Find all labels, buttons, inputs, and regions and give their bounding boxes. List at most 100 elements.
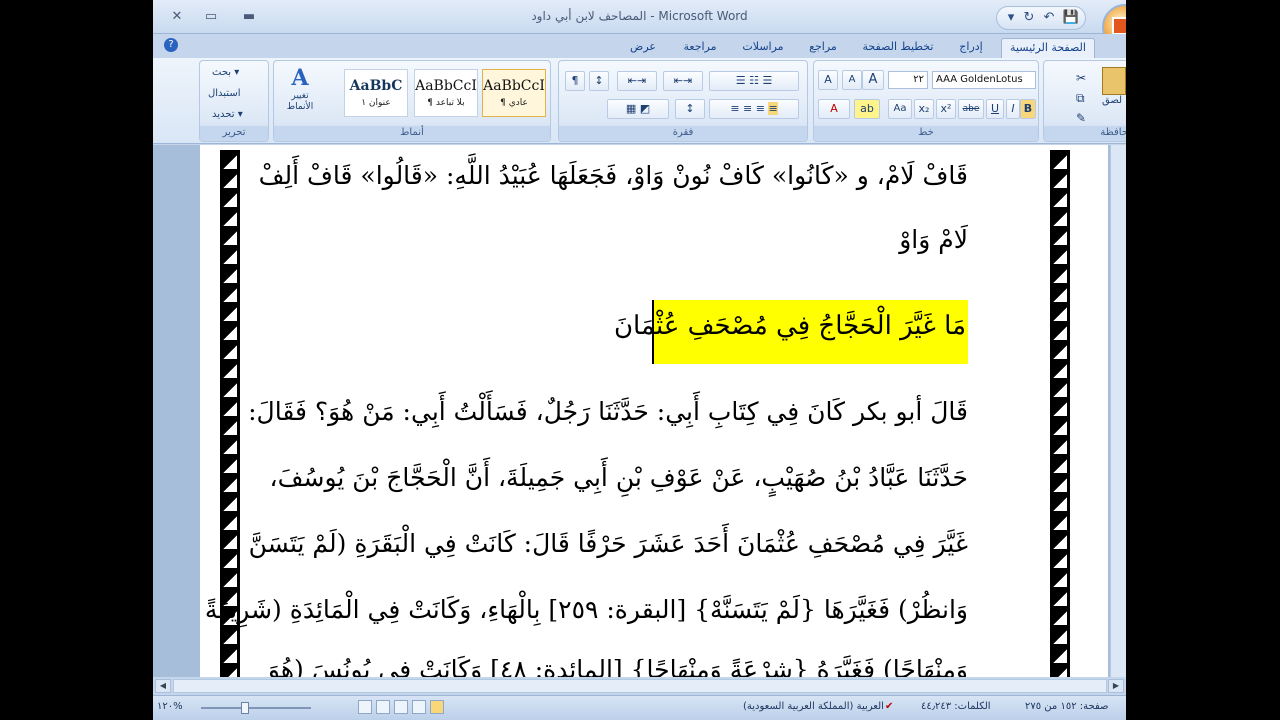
text-direction-button[interactable]: ⇤⇥ [617, 71, 657, 91]
paste-button[interactable]: لصق [1102, 67, 1126, 121]
view-outline-icon[interactable] [376, 700, 390, 714]
scroll-track[interactable] [173, 679, 1107, 693]
superscript-button[interactable]: x² [936, 99, 956, 119]
style-no-spacing-name: ¶ بلا تباعد [427, 98, 465, 108]
bold-button[interactable]: B [1020, 99, 1036, 119]
numbering-icon: ☷ [749, 74, 759, 87]
clear-formatting-button[interactable]: A [818, 70, 838, 90]
paragraph-group-label: فقرة [559, 126, 807, 140]
vertical-scrollbar[interactable] [1110, 145, 1126, 677]
office-logo-icon [1112, 17, 1126, 35]
document-page[interactable]: قَافْ لَامْ، و «كَانُوا» كَافْ نُونْ وَا… [200, 145, 1108, 677]
zoom-slider[interactable] [201, 702, 311, 714]
shrink-font-button[interactable]: A [842, 70, 862, 90]
align-right-icon: ≡ [768, 102, 778, 115]
underline-button[interactable]: U [986, 99, 1004, 119]
view-reading-icon[interactable] [412, 700, 426, 714]
font-group: A A A ٢٢ AAA GoldenLotus A ab Aa x₂ x² a… [813, 60, 1039, 142]
window-title: المصاحف لابن أبي داود - Microsoft Word [531, 9, 748, 23]
style-normal[interactable]: AaBbCcI ¶ عادي [482, 69, 546, 117]
strikethrough-button[interactable]: abe [958, 99, 984, 119]
style-no-spacing-sample: AaBbCcI [415, 78, 477, 94]
document-line: لَامْ وَاوْ [899, 225, 968, 254]
rtl-icon: ⇥ [637, 74, 647, 87]
paragraph-group: ¶ ↕ ⇤⇥ ⇤⇥ ☰ ☷ ☰ ▦ ◩ ↕ ≡ ≡ ≡ ≡ فقرة [558, 60, 808, 142]
paste-label: لصق [1102, 95, 1123, 106]
tab-review[interactable]: مراجعة [678, 38, 722, 58]
word-window: ✕ ▭ ▬ المصاحف لابن أبي داود - Microsoft … [153, 0, 1126, 720]
change-styles-icon: A [291, 65, 309, 91]
font-color-button[interactable]: A [818, 99, 850, 119]
shading-border-buttons[interactable]: ▦ ◩ [607, 99, 669, 119]
list-buttons[interactable]: ☰ ☷ ☰ [709, 71, 799, 91]
justify-icon: ≡ [730, 102, 740, 115]
document-line: قَافْ لَامْ، و «كَانُوا» كَافْ نُونْ وَا… [258, 161, 968, 190]
zoom-level[interactable]: %١٢٠ [157, 701, 183, 712]
sort-button[interactable]: ↕ [589, 71, 609, 91]
tab-home[interactable]: الصفحة الرئيسية [1001, 38, 1095, 58]
editing-group: بحث ▾ استبدال تحديد ▾ تحرير [199, 60, 269, 142]
replace-button[interactable]: استبدال [208, 88, 241, 99]
help-icon[interactable]: ? [164, 38, 178, 52]
subscript-button[interactable]: x₂ [914, 99, 934, 119]
document-line: حَدَّثَنَا عَبَّادُ بْنُ صُهَيْبٍ، عَنْ … [269, 463, 968, 492]
find-button[interactable]: بحث ▾ [212, 67, 239, 78]
proofing-icon[interactable]: ✔ [885, 701, 893, 712]
tab-insert[interactable]: إدراج [953, 38, 989, 58]
document-line: قَالَ أبو بكر كَانَ فِي كِتَابِ أَبِي: ح… [248, 397, 968, 426]
undo-icon[interactable]: ↶ [1039, 9, 1059, 27]
scroll-left-icon[interactable]: ◀ [155, 679, 171, 693]
style-heading1[interactable]: AaBbC عنوان ١ [344, 69, 408, 117]
view-draft-icon[interactable] [358, 700, 372, 714]
style-no-spacing[interactable]: AaBbCcI ¶ بلا تباعد [414, 69, 478, 117]
zoom-slider-thumb[interactable] [241, 702, 249, 714]
view-web-icon[interactable] [394, 700, 408, 714]
font-name-select[interactable]: AAA GoldenLotus [932, 71, 1036, 89]
shading-icon: ◩ [639, 102, 651, 115]
show-marks-button[interactable]: ¶ [565, 71, 585, 91]
scroll-right-icon[interactable]: ▶ [1108, 679, 1124, 693]
document-area[interactable]: قَافْ لَامْ، و «كَانُوا» كَافْ نُونْ وَا… [153, 145, 1126, 677]
view-print-layout-icon[interactable] [430, 700, 444, 714]
italic-button[interactable]: I [1006, 99, 1020, 119]
ribbon-tabs: ? عرض مراجعة مراسلات مراجع تخطيط الصفحة … [153, 34, 1126, 58]
style-heading1-name: عنوان ١ [361, 98, 391, 108]
style-normal-name: ¶ عادي [500, 98, 528, 108]
cut-icon[interactable]: ✂ [1076, 71, 1086, 85]
title-bar: ✕ ▭ ▬ المصاحف لابن أبي داود - Microsoft … [153, 0, 1126, 50]
section-heading: مَا غَيَّرَ الْحَجَّاجُ فِي مُصْحَفِ عُث… [613, 311, 966, 341]
status-bar: %١٢٠ العربية (المملكة العربية السعودية) … [153, 695, 1126, 720]
indent-buttons[interactable]: ⇤⇥ [663, 71, 703, 91]
font-group-label: خط [814, 126, 1038, 140]
change-case-button[interactable]: Aa [888, 99, 912, 119]
change-styles-button[interactable]: A تغيير الأنماط [282, 65, 318, 121]
line-spacing-button[interactable]: ↕ [675, 99, 705, 119]
tab-mailings[interactable]: مراسلات [738, 38, 788, 58]
select-button[interactable]: تحديد ▾ [212, 109, 243, 120]
increase-indent-icon: ⇥ [683, 74, 693, 87]
tab-references[interactable]: مراجع [805, 38, 841, 58]
style-normal-sample: AaBbCcI [483, 78, 545, 94]
clipboard-group: ✂ ⧉ ✎ لصق حافظة [1043, 60, 1126, 142]
subscript-icon: x₂ [918, 102, 930, 115]
superscript-icon: x² [940, 102, 952, 115]
copy-icon[interactable]: ⧉ [1076, 91, 1085, 106]
font-size-select[interactable]: ٢٢ [888, 71, 928, 89]
grow-font-button[interactable]: A [862, 70, 884, 90]
qat-dropdown-icon[interactable]: ▾ [1001, 9, 1021, 27]
clipboard-group-label: حافظة [1044, 126, 1126, 140]
format-painter-icon[interactable]: ✎ [1076, 111, 1086, 125]
word-count[interactable]: الكلمات: ٤٤٫٢٤٣ [921, 701, 991, 712]
page-number[interactable]: صفحة: ١٥٢ من ٢٧٥ [1025, 701, 1109, 712]
highlight-button[interactable]: ab [854, 99, 880, 119]
language-status[interactable]: العربية (المملكة العربية السعودية) [743, 701, 884, 712]
redo-icon[interactable]: ↻ [1019, 9, 1039, 27]
ribbon: بحث ▾ استبدال تحديد ▾ تحرير A تغيير الأن… [153, 58, 1126, 144]
select-label: تحديد [212, 109, 235, 120]
horizontal-scrollbar[interactable]: ◀ ▶ [153, 677, 1126, 695]
center-icon: ≡ [755, 102, 765, 115]
alignment-buttons[interactable]: ≡ ≡ ≡ ≡ [709, 99, 799, 119]
tab-view[interactable]: عرض [623, 38, 663, 58]
save-icon[interactable]: 💾 [1061, 9, 1081, 27]
tab-page-layout[interactable]: تخطيط الصفحة [858, 38, 938, 58]
